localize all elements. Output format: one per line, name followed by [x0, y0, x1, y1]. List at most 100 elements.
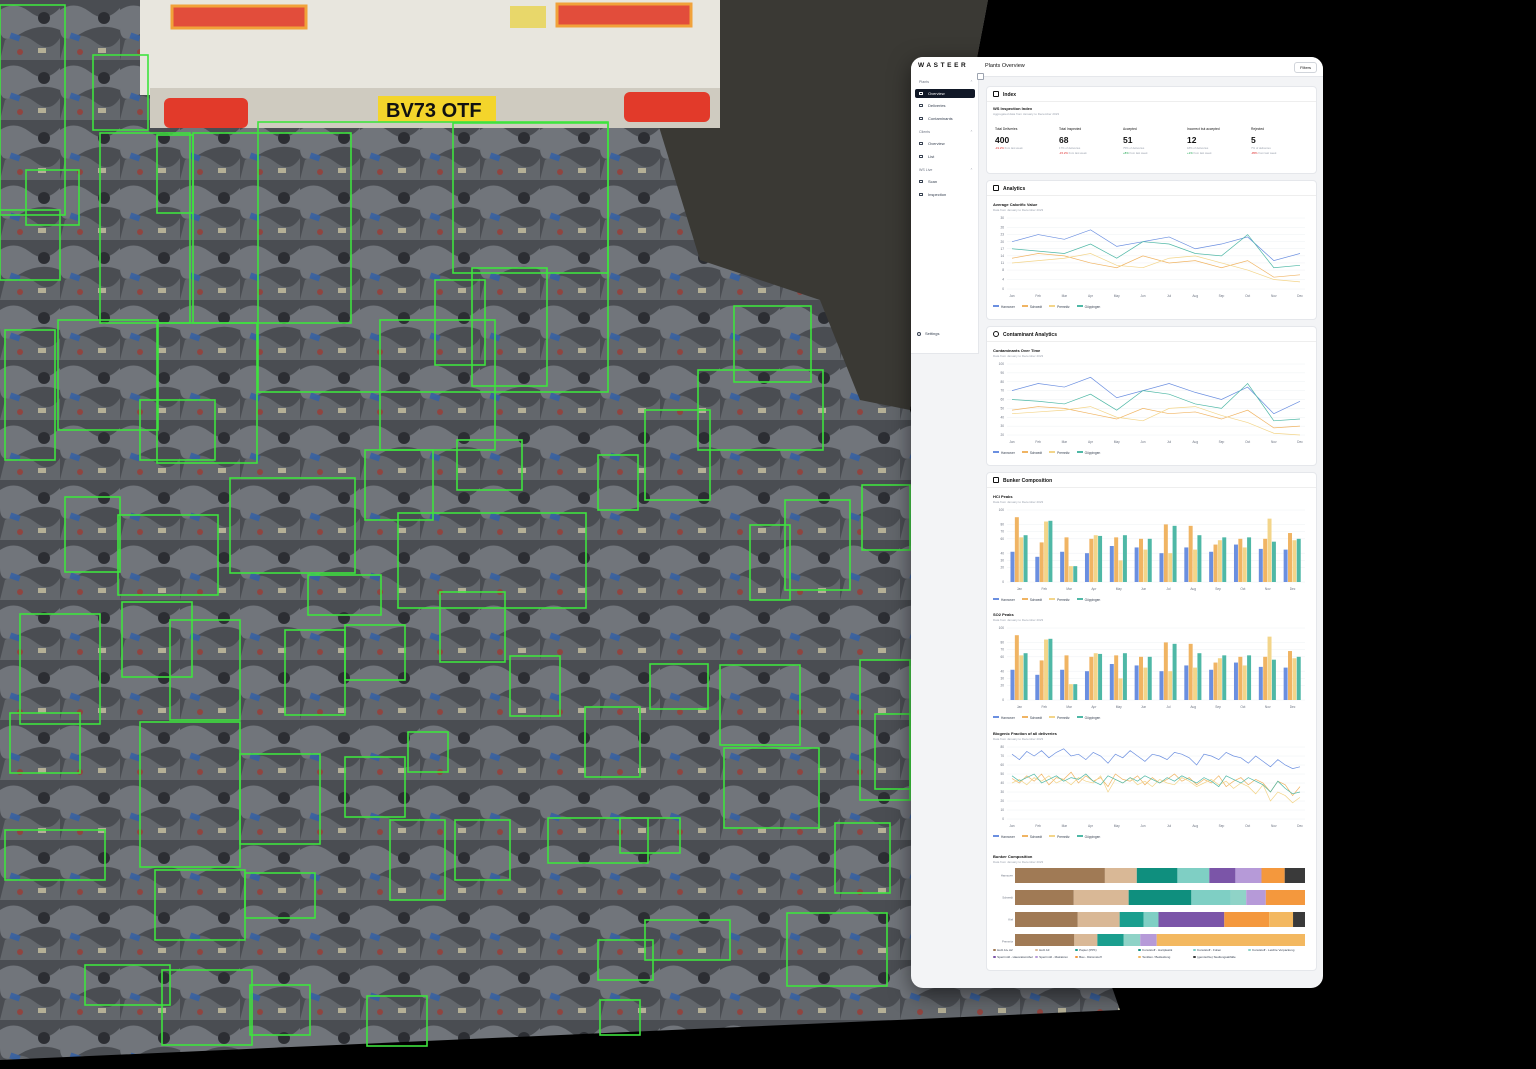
- bar: [1242, 547, 1247, 582]
- stack-segment: [1156, 934, 1305, 946]
- legend-dot: [1138, 955, 1141, 959]
- sidebar-collapse-icon[interactable]: [977, 73, 984, 80]
- x-tick-label: Jun: [1140, 440, 1145, 444]
- legend-item: Premnitz: [1049, 451, 1070, 455]
- legend-label: Schwedt: [1029, 835, 1043, 839]
- bar: [1193, 549, 1198, 582]
- chart-legend: Hannover Schwedt Premnitz Göppingen: [993, 451, 1107, 455]
- bar: [1258, 666, 1263, 700]
- x-tick-label: Jul: [1166, 705, 1170, 709]
- bar: [1014, 635, 1019, 700]
- sidebar-item-contaminants[interactable]: Contaminants: [915, 114, 975, 123]
- x-tick-label: Feb: [1042, 705, 1048, 709]
- sidebar-item-scan[interactable]: Scan: [915, 177, 975, 186]
- sidebar-item-clients-overview[interactable]: Overview: [915, 139, 975, 148]
- bar: [1188, 525, 1193, 582]
- x-tick-label: Aug: [1192, 294, 1198, 298]
- x-tick-label: Mar: [1062, 824, 1068, 828]
- sidebar-item-list[interactable]: List: [915, 152, 975, 161]
- legend-item: Schwedt: [1021, 716, 1042, 720]
- legend-label: Sperrmüll - Hausratsmöbel: [997, 955, 1033, 959]
- bar: [1019, 655, 1024, 700]
- analytics-title: Analytics: [993, 185, 1025, 192]
- chart-description: Data from January to December 2023: [993, 737, 1044, 741]
- bar: [1134, 547, 1139, 582]
- bar: [1044, 521, 1049, 582]
- legend-swatch: [1021, 835, 1028, 837]
- sidebar: Plants ⌃ Overview Deliveries Contaminants…: [911, 76, 979, 354]
- divider: [987, 195, 1316, 196]
- bunker-composition-title: Bunker Composition: [993, 477, 1052, 484]
- bar: [1109, 546, 1114, 582]
- x-tick-label: Jan: [1009, 440, 1014, 444]
- kpi-sub: 18% of deliveries: [1187, 146, 1209, 150]
- x-tick-label: May: [1116, 587, 1122, 591]
- divider: [987, 487, 1316, 488]
- stack-segment: [1284, 868, 1305, 883]
- legend-swatch: [1021, 451, 1028, 453]
- bar: [1292, 658, 1297, 700]
- legend-item: Göppingen: [1076, 451, 1100, 455]
- x-tick-label: Oct: [1245, 440, 1250, 444]
- sidebar-item-label: Deliveries: [928, 103, 946, 108]
- bar: [1073, 684, 1078, 700]
- bar: [1089, 538, 1094, 582]
- bar: [1073, 566, 1078, 582]
- legend-label: Schwedt: [1029, 598, 1043, 602]
- bar: [1258, 548, 1263, 582]
- bar: [1159, 671, 1164, 700]
- x-tick-label: Jul: [1167, 294, 1171, 298]
- filters-label: Filters: [1300, 65, 1311, 70]
- bar: [1233, 544, 1238, 582]
- x-tick-label: Jul: [1167, 824, 1171, 828]
- sidebar-item-inspection[interactable]: Inspection: [915, 190, 975, 199]
- bar: [1064, 655, 1069, 700]
- dashboard-window: WASTEER Plants Overview Filters Plants ⌃ …: [911, 57, 1323, 988]
- stack-segment: [1235, 868, 1262, 883]
- stack-segment: [1177, 868, 1210, 883]
- sidebar-item-deliveries[interactable]: Deliveries: [915, 101, 975, 110]
- bar: [1184, 547, 1189, 582]
- y-tick-label: 80: [1000, 380, 1004, 384]
- y-tick-label: 40: [1000, 415, 1004, 419]
- sidebar-group-label: Clients: [919, 130, 930, 134]
- bar: [1184, 665, 1189, 700]
- filters-button[interactable]: Filters: [1294, 62, 1317, 73]
- chart-description: Data from January to December 2023: [993, 618, 1044, 622]
- sidebar-group-clients[interactable]: Clients ⌃: [919, 130, 975, 134]
- sidebar-group-plants[interactable]: Plants ⌃: [919, 80, 975, 84]
- bar: [1114, 655, 1119, 700]
- layers-icon: [993, 477, 999, 483]
- legend-swatch: [1076, 451, 1083, 453]
- kpi-value: 5: [1251, 135, 1256, 145]
- legend-label: Textilien / Bekleidung: [1142, 955, 1171, 959]
- sidebar-item-settings[interactable]: Settings: [917, 331, 939, 336]
- stack-segment: [1143, 912, 1159, 927]
- legend-swatch: [993, 835, 999, 837]
- chevron-up-icon: ⌃: [969, 168, 973, 172]
- y-tick-label: 14: [1000, 254, 1004, 258]
- sidebar-item-label: Overview: [928, 91, 945, 96]
- bar: [1238, 656, 1243, 700]
- legend-item: Hannover: [993, 716, 1015, 720]
- legend-item: Hannover: [993, 598, 1015, 602]
- sidebar-group-ws-live[interactable]: WS Live ⌃: [919, 168, 975, 172]
- legend-item: Premnitz: [1049, 716, 1070, 720]
- sidebar-item-plants-overview[interactable]: Overview: [915, 89, 975, 98]
- bar: [1084, 553, 1089, 582]
- y-tick-label: 20: [1000, 799, 1004, 803]
- kpi-change: +8%: [1123, 151, 1129, 155]
- bar: [1039, 542, 1044, 582]
- x-tick-label: Jan: [1009, 824, 1014, 828]
- legend-swatch: [1076, 598, 1083, 600]
- stack-segment: [1136, 868, 1178, 883]
- x-tick-label: Nov: [1271, 294, 1277, 298]
- bar: [1010, 551, 1015, 582]
- legend-label: Göppingen: [1084, 598, 1101, 602]
- kpi-note: from last week: [1193, 151, 1212, 155]
- x-tick-label: Apr: [1088, 294, 1094, 298]
- x-tick-label: Apr: [1088, 824, 1094, 828]
- legend-swatch: [993, 716, 999, 718]
- bar: [1296, 656, 1301, 700]
- series-line-hannover: [1011, 748, 1301, 769]
